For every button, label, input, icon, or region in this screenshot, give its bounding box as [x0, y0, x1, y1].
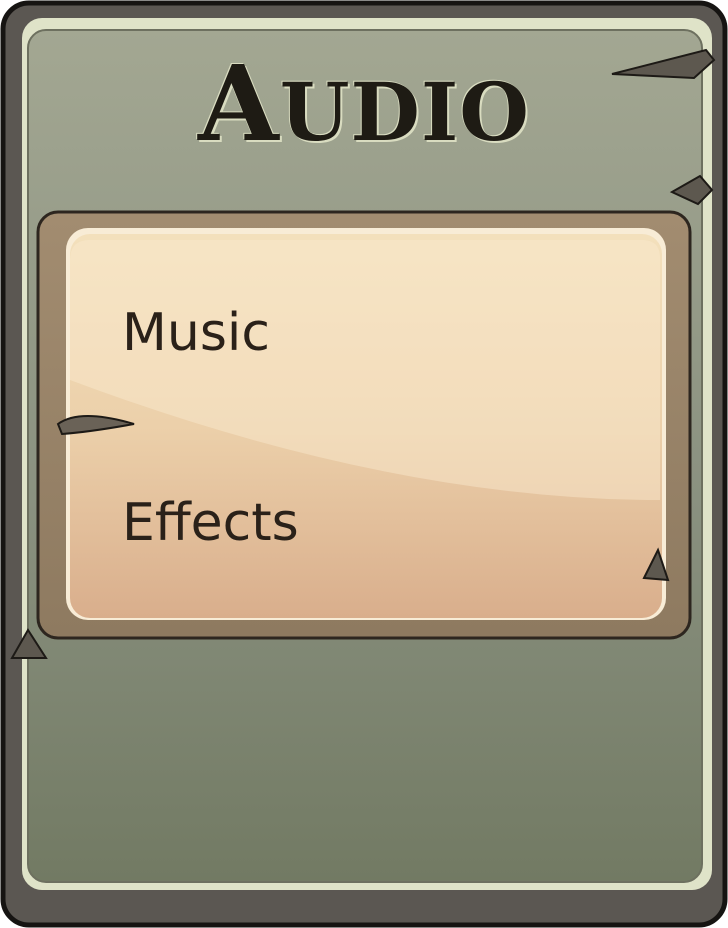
audio-settings-panel: AUDIO Music Effects: [0, 0, 728, 928]
effects-option[interactable]: Effects: [122, 493, 307, 553]
panel-title: AUDIO: [0, 52, 728, 156]
music-option[interactable]: Music: [122, 303, 278, 363]
panel-title-rest: UDIO: [279, 65, 530, 159]
panel-title-initial: A: [198, 42, 280, 165]
